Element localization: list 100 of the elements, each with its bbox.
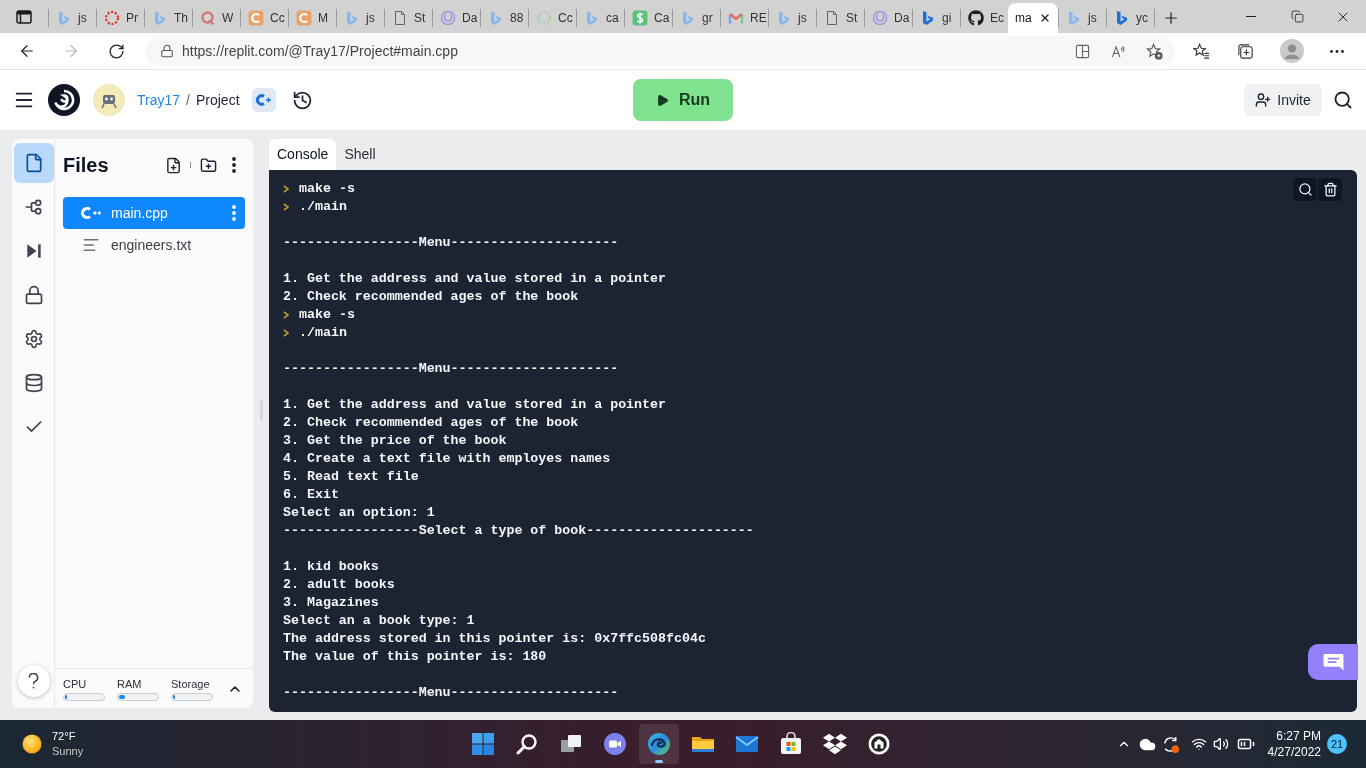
browser-tab[interactable]: yc bbox=[1107, 3, 1154, 33]
console-output: 2. adult books bbox=[283, 576, 395, 594]
b-logo-icon bbox=[920, 10, 936, 26]
trash-icon bbox=[1322, 182, 1338, 197]
dotted-ring-icon bbox=[536, 10, 552, 26]
console-tab[interactable]: Shell bbox=[336, 139, 384, 170]
avatar-icon bbox=[1280, 39, 1304, 63]
forward-arrow-icon bbox=[62, 42, 80, 60]
sidebar-nav-button[interactable] bbox=[13, 143, 54, 183]
b-logo-icon bbox=[152, 10, 168, 26]
b-logo-icon bbox=[776, 10, 792, 26]
browser-tab[interactable]: RE bbox=[721, 3, 768, 33]
ring-icon bbox=[872, 10, 888, 26]
browser-tab[interactable]: Da bbox=[865, 3, 912, 33]
history-icon bbox=[292, 89, 314, 111]
run-button[interactable]: Run bbox=[633, 79, 733, 121]
browser-tab[interactable]: ma bbox=[1008, 3, 1058, 33]
project-name[interactable]: Project bbox=[195, 89, 240, 111]
clock-time[interactable]: 6:27 PM bbox=[1276, 728, 1321, 744]
swirl-logo-icon bbox=[48, 84, 80, 116]
house-ring-icon bbox=[867, 732, 891, 756]
search-button[interactable] bbox=[1293, 178, 1317, 201]
browser-tab[interactable]: Ec bbox=[961, 3, 1008, 33]
ring-icon bbox=[440, 10, 456, 26]
browser-tab[interactable]: Cc bbox=[241, 3, 288, 33]
b-logo-icon bbox=[488, 10, 504, 26]
search-icon bbox=[515, 732, 539, 756]
c-logo-icon bbox=[248, 10, 264, 26]
console-command: make -s bbox=[299, 180, 355, 198]
prompt-chevron-icon bbox=[283, 185, 289, 193]
browser-tab[interactable]: Th bbox=[145, 3, 192, 33]
console-output: 1. Get the address and value stored in a pointer bbox=[283, 396, 666, 414]
url-text: https://replit.com/@Tray17/Project#main.cpp bbox=[182, 41, 458, 61]
browser-tab[interactable]: 88 bbox=[481, 3, 528, 33]
console-output: The address stored in this pointer is: 0x7ffc508fc04c bbox=[283, 630, 706, 648]
browser-tab[interactable]: ca bbox=[577, 3, 624, 33]
user-link[interactable]: Tray17 bbox=[137, 89, 181, 111]
b-logo-icon bbox=[1114, 10, 1130, 26]
console-command: make -s bbox=[299, 306, 355, 324]
console-output: -----------------Menu--------------------- bbox=[283, 234, 619, 252]
search-icon bbox=[1297, 182, 1313, 197]
notification-badge[interactable]: 21 bbox=[1327, 734, 1347, 754]
wave-logo-icon bbox=[647, 732, 671, 756]
console-command: ./main bbox=[299, 324, 347, 342]
chat-bubble-icon bbox=[1322, 652, 1344, 672]
window-icon bbox=[16, 8, 32, 25]
kebab-icon bbox=[232, 205, 236, 221]
resource-label: CPU bbox=[63, 676, 88, 691]
browser-tab[interactable]: js bbox=[49, 3, 96, 33]
browser-tab[interactable]: js bbox=[337, 3, 384, 33]
page-icon bbox=[824, 10, 840, 26]
clear-button[interactable] bbox=[1318, 178, 1342, 201]
wifi-icon[interactable] bbox=[1190, 736, 1207, 752]
console-output: 1. Get the address and value stored in a pointer bbox=[283, 270, 666, 288]
prompt-chevron-icon bbox=[283, 203, 289, 211]
invite-button[interactable]: Invite bbox=[1244, 84, 1322, 116]
settings-icon bbox=[23, 329, 44, 349]
database-icon bbox=[23, 373, 44, 393]
plus-icon bbox=[1162, 9, 1180, 27]
browser-tab[interactable]: Pr bbox=[97, 3, 144, 33]
file-row[interactable]: main.cpp bbox=[63, 197, 245, 229]
feedback-chat-button[interactable] bbox=[1308, 644, 1358, 680]
browser-tab[interactable]: Ca bbox=[625, 3, 672, 33]
panel-title: Files bbox=[63, 153, 109, 178]
branch-icon bbox=[23, 197, 44, 217]
console-output: -----------------Select a type of book--------------------- bbox=[283, 522, 754, 540]
b-logo-icon bbox=[344, 10, 360, 26]
shopping-bag-icon bbox=[779, 732, 803, 756]
split-window-icon bbox=[1074, 43, 1090, 59]
console-output: Select an option: 1 bbox=[283, 504, 435, 522]
help-button[interactable] bbox=[17, 665, 50, 697]
browser-tab[interactable]: M bbox=[289, 3, 336, 33]
windows-logo-icon bbox=[471, 732, 495, 756]
prompt-chevron-icon bbox=[283, 329, 289, 337]
console-output: 3. Get the price of the book bbox=[283, 432, 507, 450]
console-output: 5. Read text file bbox=[283, 468, 419, 486]
resource-label: Storage bbox=[171, 676, 211, 691]
file-row[interactable]: engineers.txt bbox=[63, 229, 245, 261]
browser-tab[interactable]: St bbox=[817, 3, 864, 33]
console-output: 2. Check recommended ages of the book bbox=[283, 414, 579, 432]
clock-date[interactable]: 4/27/2022 bbox=[1267, 744, 1321, 760]
volume-icon[interactable] bbox=[1212, 736, 1229, 752]
c-plus-plus-icon bbox=[251, 88, 276, 112]
weather-condition: Sunny bbox=[52, 744, 84, 759]
m-envelope-icon bbox=[728, 10, 744, 26]
c-plus-plus-icon bbox=[81, 206, 101, 220]
browser-tab[interactable]: js bbox=[1059, 3, 1106, 33]
browser-tab[interactable]: gi bbox=[913, 3, 960, 33]
star-list-icon bbox=[1192, 42, 1210, 60]
browser-tab[interactable]: Da bbox=[433, 3, 480, 33]
browser-tab[interactable]: W bbox=[193, 3, 240, 33]
lock-icon bbox=[160, 44, 174, 58]
browser-tab[interactable]: js bbox=[769, 3, 816, 33]
address-field[interactable]: https://replit.com/@Tray17/Project#main.cpp bbox=[145, 36, 1175, 66]
console-output: 2. Check recommended ages of the book bbox=[283, 288, 579, 306]
browser-tab[interactable]: gr bbox=[673, 3, 720, 33]
console-tab[interactable]: Console bbox=[269, 139, 337, 170]
browser-tab[interactable]: Cc bbox=[529, 3, 576, 33]
browser-tab[interactable]: St bbox=[385, 3, 432, 33]
minimize-icon bbox=[1246, 16, 1256, 17]
